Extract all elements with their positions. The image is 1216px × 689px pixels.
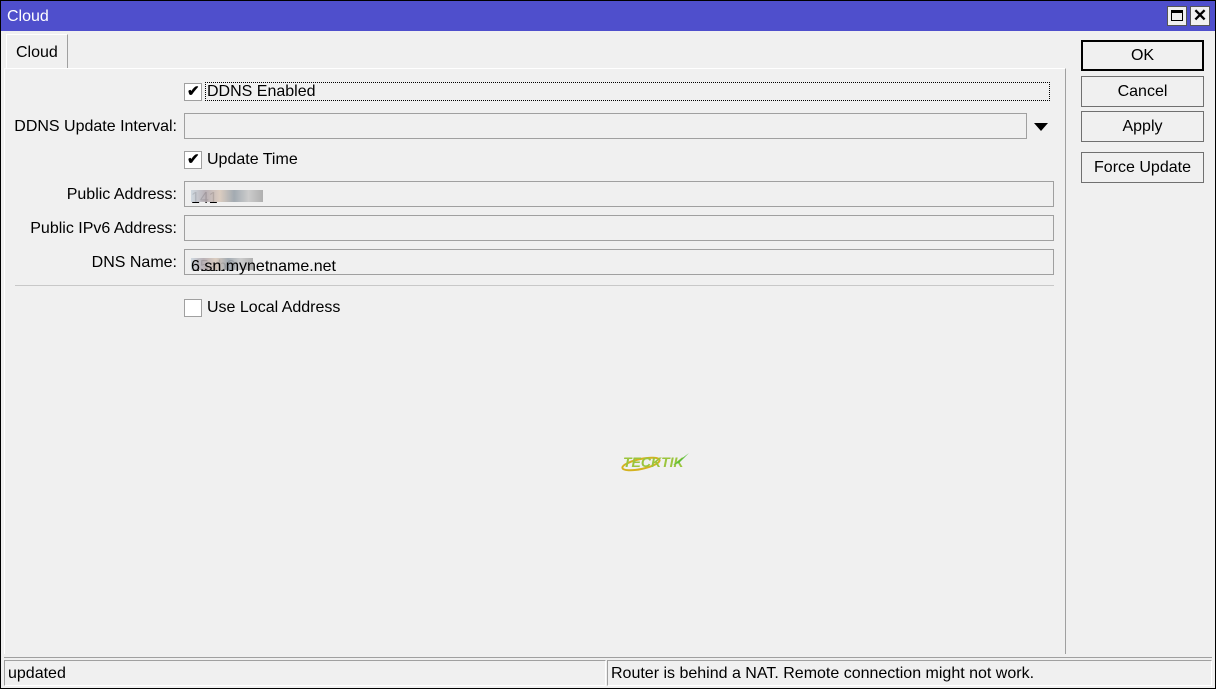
update-time-checkbox[interactable]: ✔ — [184, 151, 202, 169]
focus-outline — [205, 82, 1050, 101]
ok-button[interactable]: OK — [1081, 40, 1204, 71]
status-right-text: Router is behind a NAT. Remote connectio… — [611, 665, 1035, 682]
ddns-enabled-label[interactable]: DDNS Enabled — [207, 83, 316, 101]
maximize-icon[interactable] — [1167, 6, 1187, 26]
separator — [15, 285, 1054, 286]
force-update-button[interactable]: Force Update — [1081, 152, 1204, 183]
tab-cloud[interactable]: Cloud — [6, 34, 68, 69]
public-address-field[interactable]: 141 — [184, 181, 1054, 207]
apply-button[interactable]: Apply — [1081, 111, 1204, 142]
status-bar: updated Router is behind a NAT. Remote c… — [4, 657, 1212, 687]
window-title: Cloud — [7, 8, 49, 25]
dns-name-label: DNS Name: — [91, 254, 177, 271]
update-time-label[interactable]: Update Time — [207, 151, 298, 169]
dropdown-arrow-icon[interactable] — [1034, 123, 1048, 131]
ddns-enabled-checkbox[interactable]: ✔ — [184, 83, 202, 101]
check-icon: ✔ — [187, 151, 200, 168]
status-left-text: updated — [8, 665, 66, 682]
public-ipv6-address-field[interactable] — [184, 215, 1054, 241]
ddns-update-interval-field[interactable] — [184, 113, 1027, 139]
redacted-blur — [191, 190, 263, 202]
ddns-update-interval-label: DDNS Update Interval: — [14, 118, 177, 135]
tab-cloud-label: Cloud — [16, 44, 58, 61]
dns-name-field[interactable]: d5ab06.sn.mynetname.net — [184, 249, 1054, 275]
public-ipv6-address-label: Public IPv6 Address: — [30, 220, 177, 237]
status-right: Router is behind a NAT. Remote connectio… — [607, 660, 1212, 686]
cloud-panel — [4, 68, 1066, 654]
use-local-address-label[interactable]: Use Local Address — [207, 299, 340, 317]
public-address-label: Public Address: — [66, 186, 177, 203]
tecktik-logo: TECKTIK — [621, 453, 689, 472]
close-icon[interactable]: ✕ — [1190, 6, 1210, 26]
title-bar[interactable]: Cloud ✕ — [1, 1, 1215, 31]
svg-text:TECKTIK: TECKTIK — [623, 454, 685, 470]
cloud-window: Cloud ✕ Cloud ✔ DDNS Enabled DDNS Update… — [0, 0, 1216, 689]
close-glyph: ✕ — [1192, 6, 1208, 25]
status-left: updated — [4, 660, 606, 686]
cancel-button[interactable]: Cancel — [1081, 76, 1204, 107]
use-local-address-checkbox[interactable] — [184, 299, 202, 317]
check-icon: ✔ — [187, 83, 200, 100]
